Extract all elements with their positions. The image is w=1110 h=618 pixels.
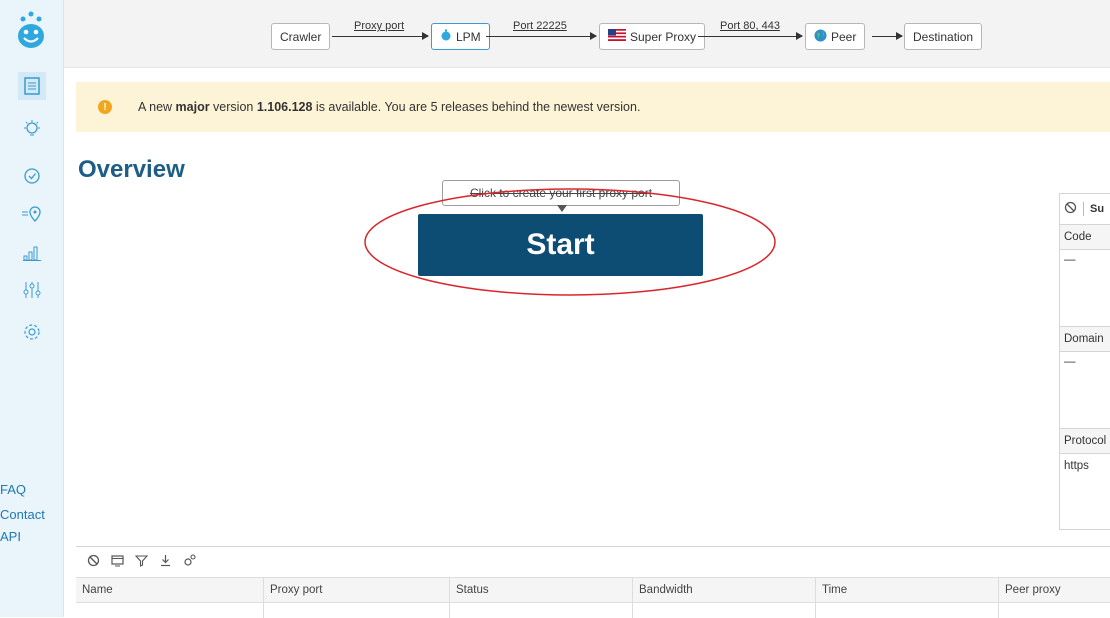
download-icon[interactable] (158, 553, 172, 567)
table-cell (450, 603, 633, 618)
table-row (76, 603, 1110, 618)
flow-link-label: Port 22225 (513, 20, 567, 32)
flow-node-super-proxy[interactable]: Super Proxy (599, 23, 706, 50)
api-link[interactable]: API (0, 529, 21, 544)
flow-node-label: LPM (456, 29, 481, 44)
flow-node-lpm[interactable]: LPM (431, 23, 490, 50)
overview-nav-icon[interactable] (18, 72, 46, 100)
panel-section-header: Code (1060, 224, 1110, 250)
flow-connector (332, 32, 429, 40)
panel-toolbar-text[interactable]: Su (1090, 203, 1104, 215)
sidebar: FAQ Contact API (0, 0, 64, 617)
notice-text-bold: major (175, 100, 210, 114)
panel-section-value: — (1064, 356, 1076, 368)
flow-connector (486, 32, 597, 40)
upgrade-notice: ! A new major version 1.106.128 is avail… (76, 82, 1110, 132)
table-cell (816, 603, 999, 618)
start-tooltip: Click to create your first proxy port (442, 180, 680, 212)
table-toolbar (86, 553, 196, 567)
notice-text-part: is available. You are 5 releases behind … (312, 100, 641, 114)
table-cell (76, 603, 264, 618)
column-header-proxy-port[interactable]: Proxy port (264, 578, 450, 602)
notice-version: 1.106.128 (256, 100, 313, 114)
faq-link[interactable]: FAQ (0, 482, 26, 497)
warning-icon: ! (98, 100, 112, 114)
column-header-status[interactable]: Status (450, 578, 633, 602)
toolbar-divider (1083, 202, 1084, 216)
clear-icon[interactable] (1064, 201, 1077, 217)
gear-nav-icon[interactable] (18, 318, 46, 346)
page-title: Overview (78, 156, 185, 183)
luminati-logo-icon[interactable] (14, 10, 48, 50)
flow-node-crawler[interactable]: Crawler (271, 23, 331, 50)
notice-text-part: version (209, 100, 257, 114)
stats-nav-icon[interactable] (18, 238, 46, 266)
flow-link-label: Port 80, 443 (720, 20, 780, 32)
settings-icon[interactable] (182, 553, 196, 567)
panel-section-header: Domain (1060, 326, 1110, 352)
contact-link[interactable]: Contact (0, 507, 45, 522)
panel-section-value: — (1064, 254, 1076, 266)
refresh-nav-icon[interactable] (18, 162, 46, 190)
clear-icon[interactable] (86, 553, 100, 567)
globe-icon (814, 29, 827, 45)
flow-link-label: Proxy port (354, 20, 405, 32)
notice-text-part: A new (138, 100, 176, 114)
column-header-bandwidth[interactable]: Bandwidth (633, 578, 816, 602)
table-cell (633, 603, 816, 618)
notice-text: A new major version 1.106.128 is availab… (138, 100, 640, 114)
flow-connector (698, 32, 803, 40)
location-nav-icon[interactable] (18, 200, 46, 228)
flow-connector (872, 32, 903, 40)
proxy-nav-icon[interactable] (18, 115, 46, 143)
lpm-logo-icon (440, 29, 452, 44)
start-button[interactable]: Start (418, 214, 703, 276)
table-header: Name Proxy port Status Bandwidth Time Pe… (76, 577, 1110, 603)
panel-section-header: Protocol (1060, 428, 1110, 454)
panel-section-value: https (1064, 460, 1089, 472)
window-icon[interactable] (110, 553, 124, 567)
flow-node-label: Crawler (280, 29, 322, 44)
flow-node-destination[interactable]: Destination (904, 23, 983, 50)
requests-table: Name Proxy port Status Bandwidth Time Pe… (76, 546, 1110, 618)
column-header-time[interactable]: Time (816, 578, 999, 602)
proxy-flow-bar: Crawler Proxy port LPM Port 22225 Super … (64, 0, 1110, 68)
flow-node-label: Destination (913, 29, 974, 44)
flow-node-peer[interactable]: Peer (805, 23, 866, 50)
flow-node-label: Peer (831, 29, 857, 44)
table-cell (264, 603, 450, 618)
us-flag-icon (608, 29, 626, 44)
column-header-peer-proxy[interactable]: Peer proxy (999, 578, 1110, 602)
flow-node-label: Super Proxy (630, 29, 697, 44)
request-details-panel: Su Code — Domain — Protocol https (1059, 193, 1110, 530)
settings-sliders-nav-icon[interactable] (18, 276, 46, 304)
panel-toolbar: Su (1060, 194, 1110, 224)
column-header-name[interactable]: Name (76, 578, 264, 602)
filter-icon[interactable] (134, 553, 148, 567)
